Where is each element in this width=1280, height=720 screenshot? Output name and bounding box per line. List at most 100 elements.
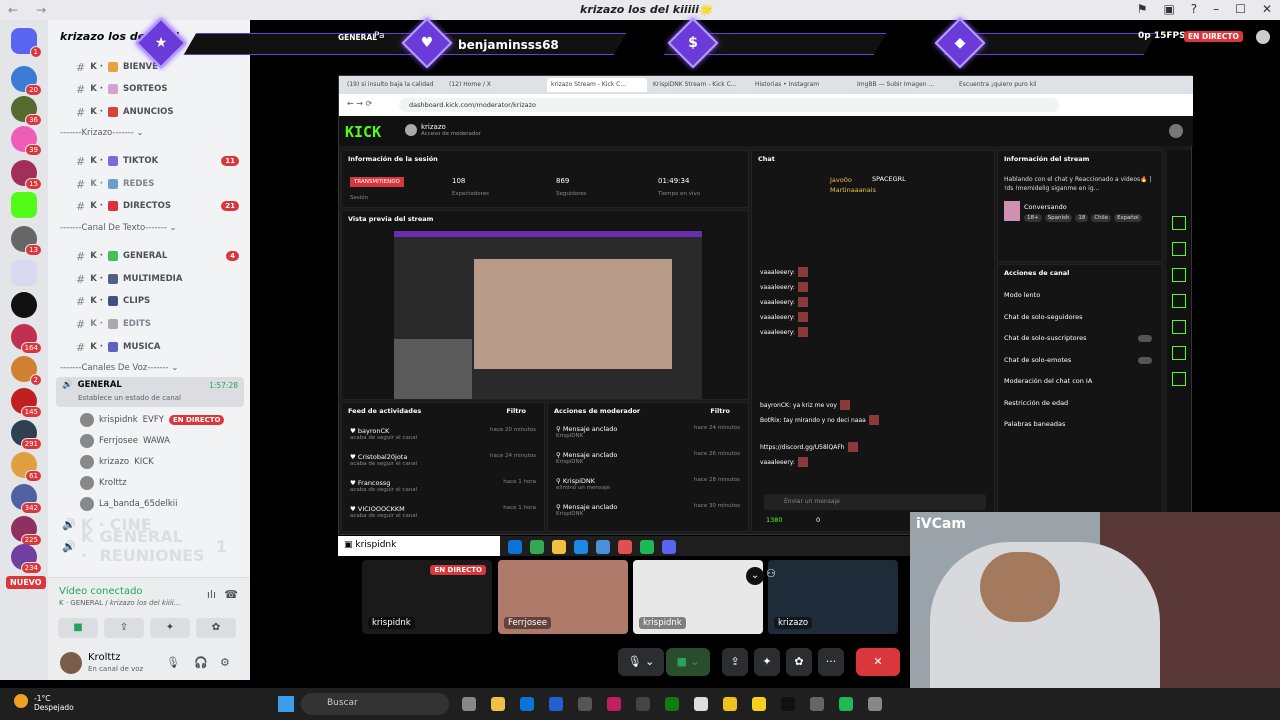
- avatar[interactable]: [1256, 30, 1270, 44]
- browser-tab[interactable]: Historias • Instagram: [751, 78, 851, 92]
- tool-icon[interactable]: [1172, 294, 1186, 308]
- tool-icon[interactable]: [1172, 320, 1186, 334]
- participant-tile[interactable]: krizazo: [768, 560, 898, 634]
- spotify-icon[interactable]: [839, 697, 853, 711]
- app-icon[interactable]: [607, 697, 621, 711]
- channel-item[interactable]: # K · SORTEOS: [76, 80, 241, 98]
- taskbar-search[interactable]: Buscar: [301, 693, 449, 715]
- channel-item[interactable]: # K · REDES: [76, 175, 241, 193]
- soundboard-icon[interactable]: ✿: [786, 648, 812, 676]
- app-icon[interactable]: [694, 697, 708, 711]
- filter-button[interactable]: Filtro: [710, 407, 730, 415]
- voice-user[interactable]: krispidnk EVFY EN DIRECTO: [80, 410, 225, 430]
- new-badge[interactable]: NUEVO: [6, 576, 46, 589]
- tool-icon[interactable]: [1172, 216, 1186, 230]
- avatar[interactable]: [60, 652, 82, 674]
- weather-icon[interactable]: [14, 694, 28, 708]
- channel-action-item[interactable]: Modo lento: [1004, 291, 1154, 299]
- voice-user[interactable]: La_banda_65delkii: [80, 494, 178, 514]
- tool-icon[interactable]: [1172, 242, 1186, 256]
- help-icon[interactable]: ?: [1191, 2, 1197, 16]
- nav-arrows-icon[interactable]: ← → ⟳: [347, 99, 372, 108]
- app-icon[interactable]: [578, 697, 592, 711]
- camera-button[interactable]: ■: [58, 618, 98, 638]
- server-icon[interactable]: 13: [11, 226, 42, 256]
- chevron-down-icon[interactable]: ⌄: [746, 567, 764, 585]
- channel-action-item[interactable]: Chat de solo-emotes: [1004, 356, 1154, 364]
- tool-icon[interactable]: [1172, 346, 1186, 360]
- server-icon[interactable]: 145: [11, 388, 42, 418]
- tool-icon[interactable]: [1172, 372, 1186, 386]
- tool-icon[interactable]: [1172, 268, 1186, 282]
- channel-item[interactable]: # K · CLIPS: [76, 292, 241, 310]
- kick-logo[interactable]: KICK: [345, 123, 381, 141]
- browser-tab[interactable]: KrispiDNK Stream - Kick C...: [649, 78, 749, 92]
- store-icon[interactable]: [636, 697, 650, 711]
- activities-button[interactable]: ✦: [150, 618, 190, 638]
- channel-item[interactable]: # K · MULTIMEDIA: [76, 270, 241, 288]
- toggle-switch[interactable]: [1138, 335, 1152, 342]
- server-icon[interactable]: 36: [11, 96, 42, 126]
- server-icon[interactable]: 61: [11, 452, 42, 482]
- voice-user[interactable]: Krolttz: [80, 473, 127, 493]
- channel-action-item[interactable]: Chat de solo-seguidores: [1004, 313, 1154, 321]
- edge-icon[interactable]: [520, 697, 534, 711]
- browser-tab[interactable]: krizazo Stream - Kick C...: [547, 78, 647, 92]
- flag-icon[interactable]: ⚑: [1137, 2, 1148, 16]
- more-options-icon[interactable]: ···: [818, 648, 844, 676]
- browser-tab[interactable]: (19) si insulto baja la calidad: [343, 78, 443, 92]
- folder-icon[interactable]: [11, 260, 37, 286]
- browser-tab[interactable]: ImgBB — Subir Imagen ...: [853, 78, 953, 92]
- channel-category[interactable]: -------Canal De Texto------- ⌄: [60, 223, 177, 233]
- channel-action-item[interactable]: Chat de solo-suscriptores: [1004, 334, 1154, 342]
- server-icon[interactable]: 39: [11, 126, 42, 156]
- discord-home-icon[interactable]: 1: [11, 28, 42, 58]
- disconnect-icon[interactable]: ☎: [224, 588, 238, 601]
- server-icon[interactable]: 164: [11, 324, 42, 354]
- channel-category[interactable]: -------Canales De Voz------- ⌄: [60, 363, 179, 373]
- soundboard-button[interactable]: ✿: [196, 618, 236, 638]
- voice-channel-item[interactable]: 🔊 K · GENERAL REUNIONES 1: [62, 527, 227, 565]
- channel-category[interactable]: -------Krizazo------- ⌄: [60, 128, 144, 138]
- participant-tile[interactable]: krispidnk EN DIRECTO: [362, 560, 492, 634]
- kick-user[interactable]: krizazo Acceso de moderador: [421, 123, 481, 137]
- xbox-icon[interactable]: [665, 697, 679, 711]
- channel-status-prompt[interactable]: Establece un estado de canal: [78, 394, 181, 402]
- filter-button[interactable]: Filtro: [506, 407, 526, 415]
- settings-gear-icon[interactable]: ⚙: [220, 656, 230, 669]
- participant-tile[interactable]: krispidnk: [633, 560, 763, 634]
- headphones-icon[interactable]: 🎧: [194, 656, 208, 669]
- url-field[interactable]: dashboard.kick.com/moderator/krizazo: [399, 98, 1059, 112]
- avatar[interactable]: [1169, 124, 1183, 138]
- voice-channel-active[interactable]: 🔊 GENERAL 1:57:28 Establece un estado de…: [56, 377, 244, 407]
- back-arrow-icon[interactable]: ←: [8, 3, 18, 17]
- app-icon[interactable]: [810, 697, 824, 711]
- server-icon[interactable]: 225: [11, 516, 42, 546]
- activities-icon[interactable]: ✦: [754, 648, 780, 676]
- voice-user[interactable]: Ferrjosee WAWA: [80, 431, 170, 451]
- tiktok-icon[interactable]: [781, 697, 795, 711]
- channel-item[interactable]: # K · DIRECTOS 21: [76, 197, 241, 215]
- browser-tab[interactable]: (12) Home / X: [445, 78, 545, 92]
- app-icon[interactable]: [549, 697, 563, 711]
- voice-user[interactable]: krizazo KICK: [80, 452, 154, 472]
- maximize-button[interactable]: ☐: [1235, 2, 1246, 16]
- close-button[interactable]: ✕: [1262, 2, 1272, 16]
- channel-item[interactable]: # K · TIKTOK 11: [76, 152, 241, 170]
- channel-action-item[interactable]: Restricción de edad: [1004, 399, 1154, 407]
- server-icon[interactable]: 15: [11, 160, 42, 190]
- channel-action-item[interactable]: Moderación del chat con IA: [1004, 377, 1154, 385]
- server-icon[interactable]: 291: [11, 420, 42, 450]
- microphone-icon[interactable]: 🎙: [166, 656, 180, 669]
- channel-item[interactable]: # K · GENERAL 4: [76, 247, 241, 265]
- server-icon[interactable]: 234: [11, 544, 42, 574]
- screen-share-icon[interactable]: ⇪: [722, 648, 748, 676]
- server-icon[interactable]: [11, 292, 37, 318]
- forward-arrow-icon[interactable]: →: [36, 3, 46, 17]
- mute-button[interactable]: 🎙 ⌄: [618, 648, 664, 676]
- add-user-icon[interactable]: ⚇: [766, 567, 776, 580]
- channel-item[interactable]: # K · MUSICA: [76, 338, 241, 356]
- channel-item[interactable]: # K · EDITS: [76, 315, 241, 333]
- camera-toggle-button[interactable]: ■ ⌄: [666, 648, 710, 676]
- channel-item[interactable]: # K · ANUNCIOS: [76, 103, 241, 121]
